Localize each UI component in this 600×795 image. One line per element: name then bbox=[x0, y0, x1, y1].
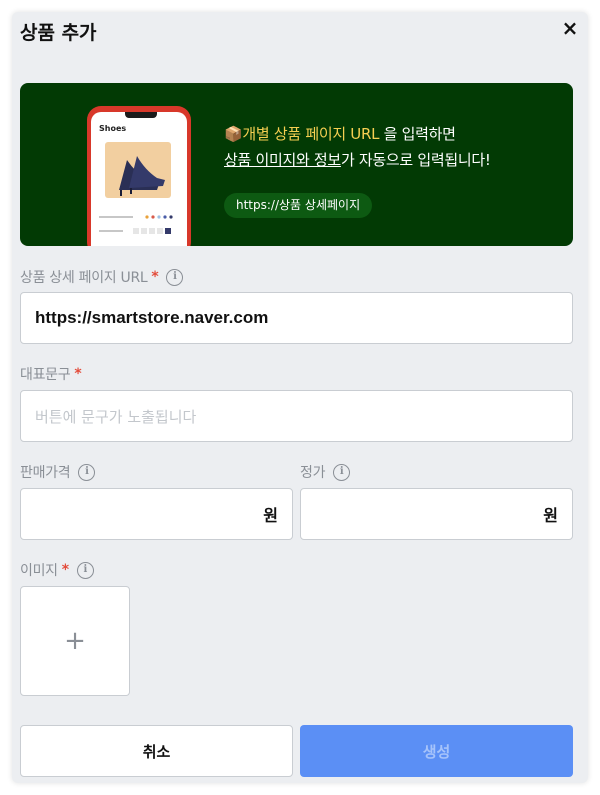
image-label-text: 이미지 bbox=[20, 563, 58, 579]
sale-price-label: 판매가격 i bbox=[20, 462, 96, 482]
modal-title: 상품 추가 bbox=[20, 22, 97, 44]
package-icon: 📦 bbox=[224, 125, 243, 143]
info-icon[interactable]: i bbox=[78, 463, 96, 481]
banner-line2-rest: 가 자동으로 입력됩니다! bbox=[340, 151, 491, 169]
plus-icon: + bbox=[64, 626, 86, 656]
cancel-button[interactable]: 취소 bbox=[20, 725, 293, 777]
banner-highlight: 개별 상품 페이지 URL bbox=[242, 125, 380, 143]
list-price-label-text: 정가 bbox=[300, 465, 326, 481]
banner-url-pill: https://상품 상세페이지 bbox=[224, 193, 373, 218]
banner-underlined: 상품 이미지와 정보 bbox=[224, 151, 341, 169]
phone-illustration: Shoes bbox=[87, 106, 191, 246]
info-icon[interactable]: i bbox=[76, 561, 94, 579]
image-field-label: 이미지 * i bbox=[20, 560, 94, 580]
sale-price-input[interactable]: 원 bbox=[20, 488, 293, 540]
required-mark: * bbox=[74, 366, 82, 382]
info-icon[interactable]: i bbox=[166, 268, 184, 286]
list-price-input[interactable]: 원 bbox=[300, 488, 573, 540]
url-field-label: 상품 상세 페이지 URL * i bbox=[20, 267, 184, 287]
banner-line1-rest: 을 입력하면 bbox=[379, 125, 456, 143]
close-icon[interactable]: × bbox=[558, 16, 582, 40]
banner-line1: 📦개별 상품 페이지 URL 을 입력하면 bbox=[224, 123, 456, 144]
headline-input[interactable]: 버튼에 문구가 노출됩니다 bbox=[20, 390, 573, 442]
url-label-text: 상품 상세 페이지 URL bbox=[20, 270, 148, 286]
url-input-value: https://smartstore.naver.com bbox=[35, 308, 269, 327]
required-mark: * bbox=[61, 562, 69, 578]
url-input[interactable]: https://smartstore.naver.com bbox=[20, 292, 573, 344]
headline-placeholder: 버튼에 문구가 노출됩니다 bbox=[35, 407, 197, 426]
image-upload-button[interactable]: + bbox=[20, 586, 130, 696]
shoe-image bbox=[105, 142, 171, 198]
add-product-modal: 상품 추가 × Shoes 📦개별 상품 페이지 URL 을 입력하면 상품 이… bbox=[12, 12, 588, 783]
create-button[interactable]: 생성 bbox=[300, 725, 573, 777]
headline-label-text: 대표문구 bbox=[20, 367, 71, 383]
banner-line2: 상품 이미지와 정보가 자동으로 입력됩니다! bbox=[224, 149, 491, 170]
currency-unit: 원 bbox=[263, 506, 278, 525]
required-mark: * bbox=[151, 269, 159, 285]
headline-field-label: 대표문구 * bbox=[20, 364, 82, 384]
phone-title: Shoes bbox=[99, 124, 127, 133]
list-price-label: 정가 i bbox=[300, 462, 351, 482]
info-icon[interactable]: i bbox=[333, 463, 351, 481]
currency-unit: 원 bbox=[543, 506, 558, 525]
sale-price-label-text: 판매가격 bbox=[20, 465, 71, 481]
url-guide-banner: Shoes 📦개별 상품 페이지 URL 을 입력하면 상품 이미지와 정보가 … bbox=[20, 83, 573, 246]
